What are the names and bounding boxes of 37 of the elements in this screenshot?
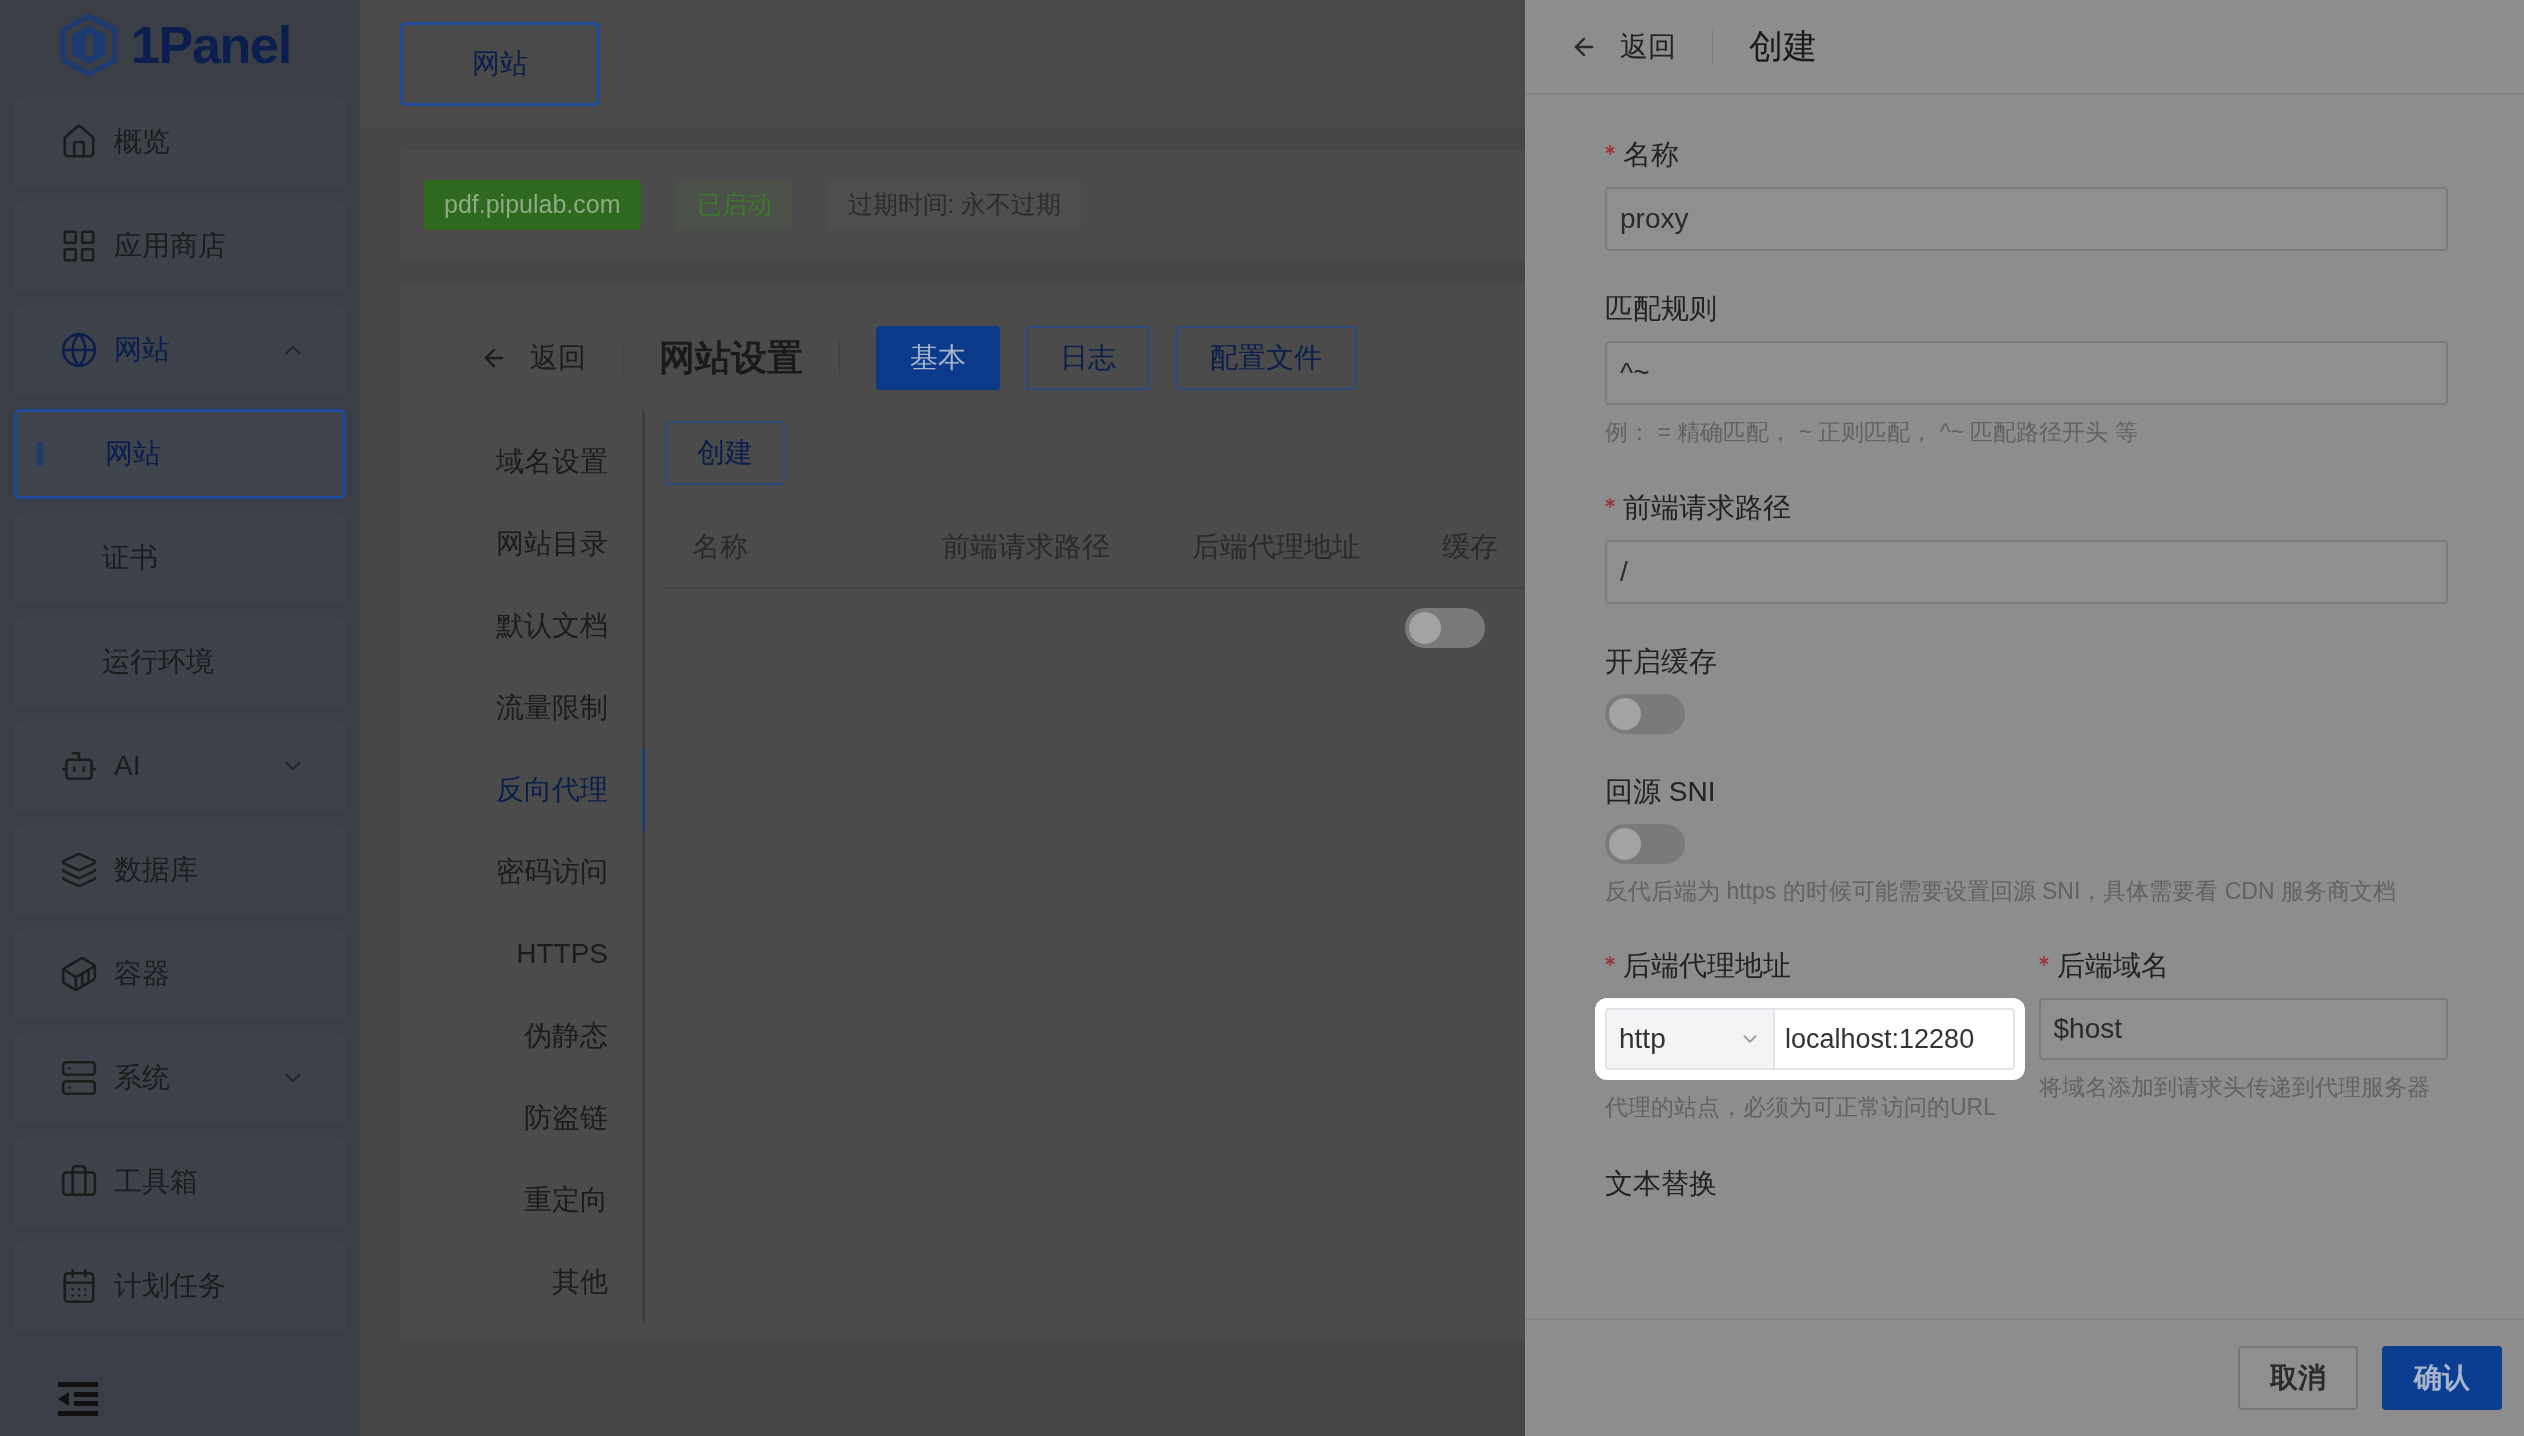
field-label: 开启缓存: [1605, 644, 1717, 679]
calendar-icon: [60, 1267, 98, 1305]
text-input[interactable]: proxy: [1605, 187, 2448, 251]
home-icon: [60, 123, 98, 161]
toggle-switch[interactable]: [1405, 608, 1485, 648]
text-input[interactable]: localhost:12280: [1775, 1008, 2015, 1070]
text-input[interactable]: ^~: [1605, 341, 2448, 405]
confirm-button[interactable]: 确认: [2382, 1346, 2502, 1410]
field-label: 后端域名: [2056, 949, 2169, 983]
settings-tab[interactable]: 基本: [876, 325, 1000, 390]
container-icon: [60, 955, 98, 993]
text-input[interactable]: $host: [2038, 998, 2448, 1060]
field-label: 前端请求路径: [1623, 490, 1791, 525]
field-label: 匹配规则: [1605, 292, 1717, 326]
toggle-switch[interactable]: [1605, 823, 1685, 864]
back-link[interactable]: 返回: [1620, 25, 1676, 68]
scheme-select[interactable]: http: [1605, 1008, 1775, 1070]
section-heading: 文本替换: [1605, 1166, 1718, 1201]
globe-icon: [60, 331, 98, 369]
toggle-switch[interactable]: [1605, 693, 1685, 734]
layers-icon: [60, 851, 98, 889]
settings-tab[interactable]: 配置文件: [1176, 325, 1356, 390]
field-label: 回源 SNI: [1605, 774, 1716, 809]
drawer-title: 创建: [1749, 26, 1817, 67]
text-input[interactable]: /: [1605, 539, 2448, 604]
create-button[interactable]: 创建: [665, 421, 785, 485]
collapse-menu-icon[interactable]: [58, 1382, 98, 1416]
grid-icon: [60, 227, 98, 265]
logo-icon: [59, 13, 119, 77]
website-tab-button[interactable]: 网站: [400, 22, 600, 106]
server-icon: [60, 1059, 98, 1097]
field-label: 名称: [1623, 138, 1679, 172]
cancel-button[interactable]: 取消: [2238, 1346, 2358, 1410]
settings-tab[interactable]: 日志: [1026, 325, 1150, 390]
site-tag: pdf.pipulab.com: [424, 180, 641, 230]
field-label: 后端代理地址: [1623, 949, 1791, 983]
settings-menu-item[interactable]: 反向代理: [496, 749, 645, 831]
